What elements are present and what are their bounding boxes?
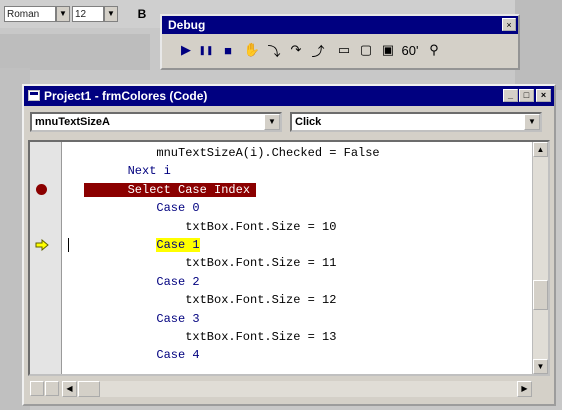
stop-icon[interactable]: ■ [218,40,238,60]
debug-close-button[interactable]: × [502,18,516,31]
locals-window-icon[interactable]: ▭ [334,40,354,60]
vertical-scroll-thumb[interactable] [533,280,548,310]
code-line[interactable]: mnuTextSizeA(i).Checked = False [156,144,379,162]
project-explorer-panel [515,0,562,90]
close-button[interactable]: × [536,89,551,102]
watch-window-icon[interactable]: ▣ [378,40,398,60]
code-line-text: txtBox.Font.Size = 11 [185,256,337,271]
code-window-footer: ◀ ▶ [28,380,550,398]
code-line[interactable]: txtBox.Font.Size = 10 [185,218,336,236]
code-window-title[interactable]: Project1 - frmColores (Code) [24,86,554,106]
code-editor[interactable]: mnuTextSizeA(i).Checked = False Next i Sel… [28,140,550,376]
vertical-scrollbar[interactable]: ▲ ▼ [532,142,548,374]
maximize-button[interactable]: □ [519,89,534,102]
code-line[interactable]: Case 1 [156,236,200,254]
code-line-text: mnuTextSizeA(i).Checked = False [156,146,380,160]
run-icon[interactable]: ▶ [176,40,196,60]
execution-pointer-icon [35,239,49,251]
code-line-text: txtBox.Font.Size = 10 [185,219,337,234]
code-line-text: Case 3 [156,311,200,326]
code-line[interactable]: Case 4 [156,346,199,364]
call-stack-icon[interactable]: ⚲ [424,40,444,60]
code-window: Project1 - frmColores (Code) _ □ × mnuTe… [22,84,556,406]
code-window-icon[interactable] [28,90,40,101]
code-line[interactable]: txtBox.Font.Size = 12 [185,291,336,309]
margin-indicator-bar[interactable] [30,142,62,374]
font-name-dropdown-icon[interactable]: ▼ [56,6,70,22]
code-line-text: Next i [127,164,171,179]
quick-watch-icon[interactable]: 60' [400,40,420,60]
font-size-combo[interactable]: 12 [72,6,104,22]
procedure-combo-dropdown-icon[interactable]: ▼ [524,114,540,130]
code-line-text: Case 0 [156,201,200,216]
code-line[interactable]: Next i [128,162,171,180]
text-caret [68,238,69,252]
scroll-down-icon[interactable]: ▼ [533,359,548,374]
break-icon[interactable]: ❚❚ [196,40,216,60]
toggle-breakpoint-icon[interactable]: ✋ [242,40,262,60]
full-module-view-icon[interactable] [45,381,59,396]
procedure-combo-value: Click [295,116,322,128]
code-line[interactable]: Case 2 [156,273,199,291]
code-line[interactable]: txtBox.Font.Size = 13 [185,328,336,346]
code-line[interactable]: Case 0 [156,199,199,217]
code-line[interactable]: Select Case Index [83,181,257,199]
bold-button[interactable]: B [134,6,150,22]
immediate-window-icon[interactable]: ▢ [356,40,376,60]
breakpoint-dot-icon[interactable] [36,183,47,195]
horizontal-scrollbar[interactable]: ◀ ▶ [62,381,532,397]
code-line[interactable]: txtBox.Font.Size = 11 [185,254,336,272]
code-line-text: Case 1 [156,238,200,252]
code-line-text: Select Case Index [83,182,257,197]
horizontal-scroll-thumb[interactable] [78,381,100,397]
menu-editor-strip [0,34,150,70]
step-out-icon[interactable]: ⤴ [308,40,328,60]
step-into-icon[interactable]: ⤵ [264,40,284,60]
procedure-view-icon[interactable] [30,381,44,396]
scroll-left-icon[interactable]: ◀ [62,381,77,397]
font-size-dropdown-icon[interactable]: ▼ [104,6,118,22]
font-name-combo[interactable]: Roman [4,6,56,22]
code-line-text: txtBox.Font.Size = 12 [185,293,337,308]
minimize-button[interactable]: _ [503,89,518,102]
object-combo-value: mnuTextSizeA [35,116,110,128]
procedure-combo[interactable]: Click ▼ [290,112,542,132]
code-line-text: txtBox.Font.Size = 13 [185,330,337,344]
object-combo-dropdown-icon[interactable]: ▼ [264,114,280,130]
code-line[interactable]: Case 3 [156,310,199,328]
object-combo[interactable]: mnuTextSizeA ▼ [30,112,282,132]
code-line-text: Case 4 [156,348,200,363]
debug-toolbar: Debug × ▶ ❚❚ ■ ✋ ⤵ ↷ ⤴ ▭ ▢ ▣ 60' ⚲ [160,14,520,70]
code-line-text: Case 2 [156,274,200,289]
debug-toolbar-title[interactable]: Debug [162,16,518,34]
scroll-up-icon[interactable]: ▲ [533,142,548,157]
scroll-right-icon[interactable]: ▶ [517,381,532,397]
step-over-icon[interactable]: ↷ [286,40,306,60]
